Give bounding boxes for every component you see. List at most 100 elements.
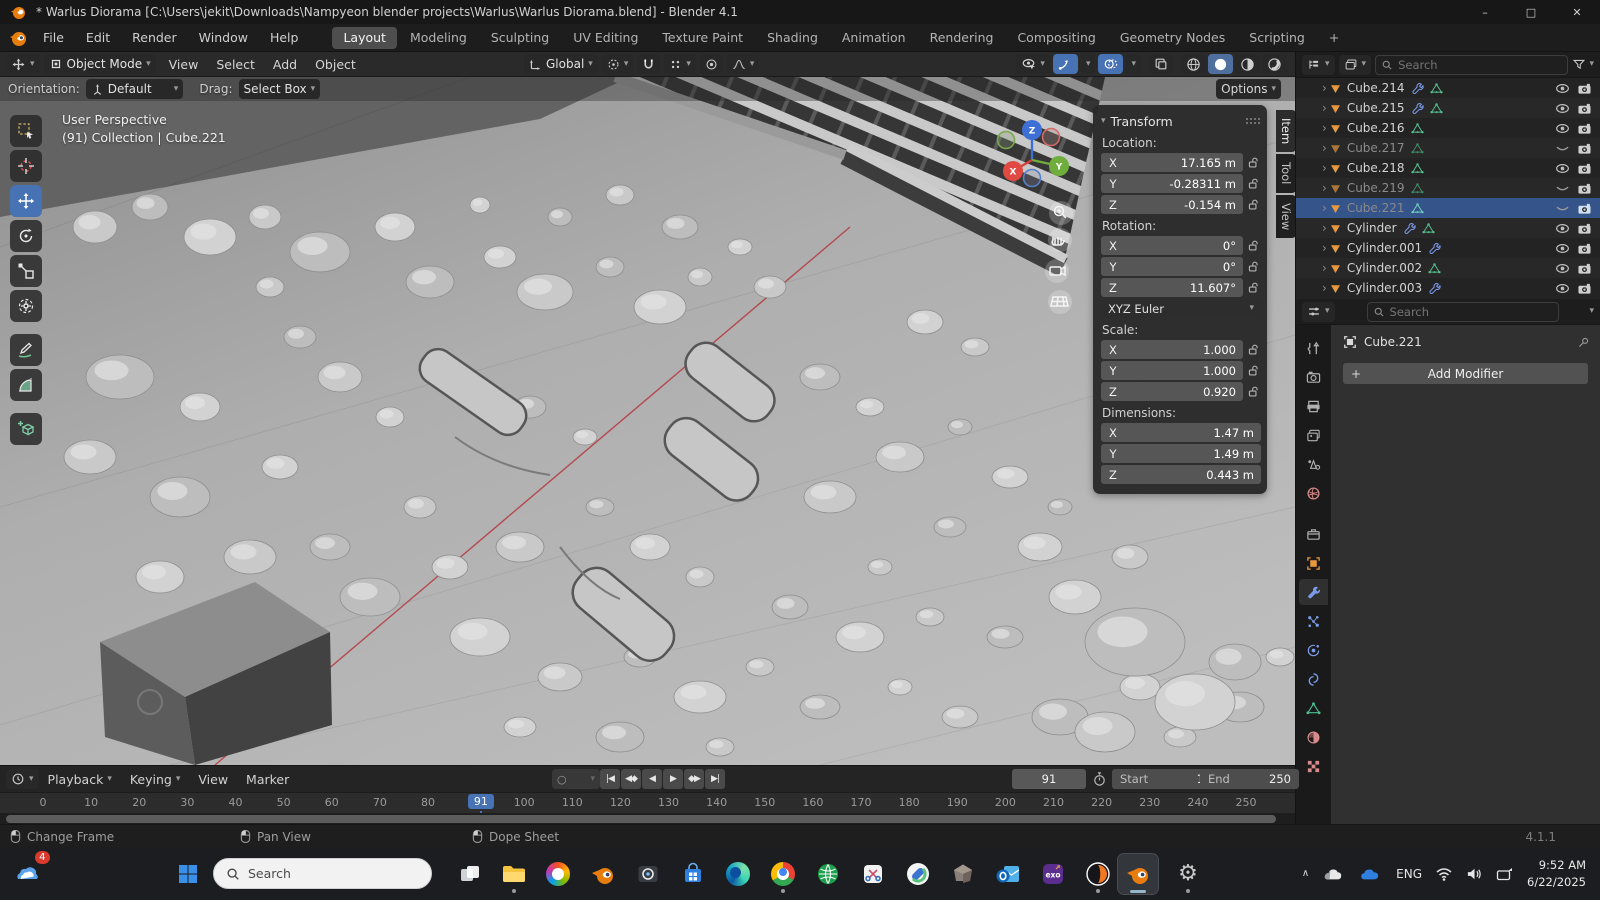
visibility-eye-icon[interactable] (1555, 122, 1570, 135)
timeline-scrollbar[interactable] (6, 815, 1276, 823)
scale-1-field[interactable]: Y1.000 (1101, 361, 1243, 380)
rotation-0-field[interactable]: X0° (1101, 236, 1243, 255)
outliner-row-cube.221[interactable]: ›Cube.221 (1296, 198, 1600, 218)
render-camera-icon[interactable] (1577, 282, 1592, 295)
disclosure-icon[interactable]: › (1322, 101, 1327, 115)
mode-selector[interactable]: Object Mode ▾ (44, 54, 156, 74)
language-indicator[interactable]: ENG (1396, 867, 1422, 881)
workspace-tab-sculpting[interactable]: Sculpting (480, 27, 560, 49)
dimensions-1-field[interactable]: Y1.49 m (1101, 444, 1261, 463)
properties-tab-scene[interactable] (1299, 451, 1328, 477)
visibility-eye-closed-icon[interactable] (1555, 182, 1570, 195)
shading-material-button[interactable] (1235, 54, 1260, 74)
lock-icon[interactable] (1246, 385, 1261, 398)
visibility-eye-icon[interactable] (1555, 282, 1570, 295)
location-2-field[interactable]: Z-0.154 m (1101, 195, 1243, 214)
object-name[interactable]: Cube.221 (1347, 201, 1405, 215)
taskbar-app-edge[interactable] (718, 854, 758, 894)
jump-to-start-button[interactable]: |◀ (600, 769, 620, 789)
dimensions-0-field[interactable]: X1.47 m (1101, 423, 1261, 442)
end-frame-field[interactable]: End 250 (1200, 769, 1299, 789)
scale-0-field[interactable]: X1.000 (1101, 340, 1243, 359)
pan-button[interactable] (1048, 228, 1072, 252)
object-name[interactable]: Cube.219 (1347, 181, 1405, 195)
rotation-1-field[interactable]: Y0° (1101, 257, 1243, 276)
object-name[interactable]: Cube.218 (1347, 161, 1405, 175)
properties-tab-modifiers[interactable] (1299, 579, 1328, 605)
properties-tab-render[interactable] (1299, 364, 1328, 390)
axis-neg-y-handle[interactable] (998, 132, 1015, 149)
object-name[interactable]: Cylinder.001 (1347, 241, 1422, 255)
options-dropdown[interactable]: Options ▾ (1216, 79, 1281, 99)
overlays-toggle[interactable] (1098, 54, 1123, 74)
visibility-eye-icon[interactable] (1555, 262, 1570, 275)
outliner-row-cube.217[interactable]: ›Cube.217 (1296, 138, 1600, 158)
tray-chevron-icon[interactable]: ∧ (1302, 868, 1309, 879)
visibility-eye-icon[interactable] (1555, 222, 1570, 235)
pin-id-icon[interactable] (1577, 336, 1590, 349)
taskbar-app-cube[interactable] (943, 854, 983, 894)
viewport-menu-add[interactable]: Add (264, 57, 306, 72)
render-camera-icon[interactable] (1577, 82, 1592, 95)
gizmos-toggle[interactable] (1053, 54, 1078, 74)
timeline-menu-playback[interactable]: Playback▾ (39, 772, 121, 787)
workspace-tab-geometry-nodes[interactable]: Geometry Nodes (1109, 27, 1236, 49)
select-box-tool[interactable] (10, 115, 42, 147)
properties-tab-collection[interactable] (1299, 521, 1328, 547)
lock-icon[interactable] (1246, 364, 1261, 377)
start-frame-field[interactable]: Start 1 (1112, 769, 1212, 789)
onedrive-icon[interactable] (1359, 866, 1383, 882)
taskbar-app-store[interactable] (673, 854, 713, 894)
sidebar-tab-item[interactable]: Item (1276, 110, 1296, 152)
auto-keying-toggle[interactable]: ○ ▾ (552, 769, 600, 789)
workspace-tab-rendering[interactable]: Rendering (919, 27, 1005, 49)
collapse-panel-icon[interactable]: ▾ (1101, 117, 1106, 126)
taskbar-app-chrome[interactable] (763, 854, 803, 894)
disclosure-icon[interactable]: › (1322, 221, 1327, 235)
render-camera-icon[interactable] (1577, 102, 1592, 115)
object-name[interactable]: Cube.216 (1347, 121, 1405, 135)
lock-icon[interactable] (1246, 198, 1261, 211)
taskbar-app-swirl[interactable] (1078, 854, 1118, 894)
disclosure-icon[interactable]: › (1322, 81, 1327, 95)
outliner-row-cube.219[interactable]: › Cube.219 (1296, 178, 1600, 198)
properties-tab-view-layer[interactable] (1299, 422, 1328, 448)
volume-icon[interactable] (1466, 867, 1483, 881)
weather-cloud-icon[interactable] (1322, 865, 1346, 883)
location-0-field[interactable]: X17.165 m (1101, 153, 1243, 172)
render-camera-icon[interactable] (1577, 262, 1592, 275)
cursor-tool[interactable] (10, 150, 42, 182)
render-camera-icon[interactable] (1577, 122, 1592, 135)
menu-file[interactable]: File (32, 24, 75, 52)
measure-tool[interactable] (10, 369, 42, 401)
menu-help[interactable]: Help (259, 24, 310, 52)
outliner-row-cylinder.001[interactable]: ›Cylinder.001 (1296, 238, 1600, 258)
properties-tab-output[interactable] (1299, 393, 1328, 419)
properties-tab-object-data[interactable] (1299, 695, 1328, 721)
workspace-tab-modeling[interactable]: Modeling (399, 27, 478, 49)
zoom-button[interactable] (1049, 201, 1073, 225)
lock-icon[interactable] (1246, 239, 1261, 252)
taskbar-app-blender[interactable] (583, 854, 623, 894)
render-camera-icon[interactable] (1577, 222, 1592, 235)
taskbar-app-exo[interactable]: exo (1033, 854, 1073, 894)
menu-render[interactable]: Render (121, 24, 188, 52)
properties-tab-material[interactable] (1299, 724, 1328, 750)
shading-wireframe-button[interactable] (1181, 54, 1206, 74)
disclosure-icon[interactable]: › (1322, 181, 1327, 195)
outliner-row-cube.216[interactable]: ›Cube.216 (1296, 118, 1600, 138)
outliner-row-cube.214[interactable]: ›Cube.214 (1296, 78, 1600, 98)
properties-tab-constraints[interactable] (1299, 666, 1328, 692)
visibility-eye-icon[interactable] (1555, 102, 1570, 115)
properties-tab-object[interactable] (1299, 550, 1328, 576)
object-name[interactable]: Cube.217 (1347, 141, 1405, 155)
outliner-filter-mode[interactable]: ▾ (1339, 55, 1372, 75)
proportional-editing-toggle[interactable] (700, 54, 723, 74)
outliner-row-cube.218[interactable]: › Cube.218 (1296, 158, 1600, 178)
sidebar-tab-view[interactable]: View (1276, 195, 1296, 238)
workspace-tab-shading[interactable]: Shading (756, 27, 829, 49)
lock-icon[interactable] (1246, 156, 1261, 169)
workspace-tab-compositing[interactable]: Compositing (1006, 27, 1106, 49)
disclosure-icon[interactable]: › (1322, 161, 1327, 175)
menu-window[interactable]: Window (188, 24, 259, 52)
